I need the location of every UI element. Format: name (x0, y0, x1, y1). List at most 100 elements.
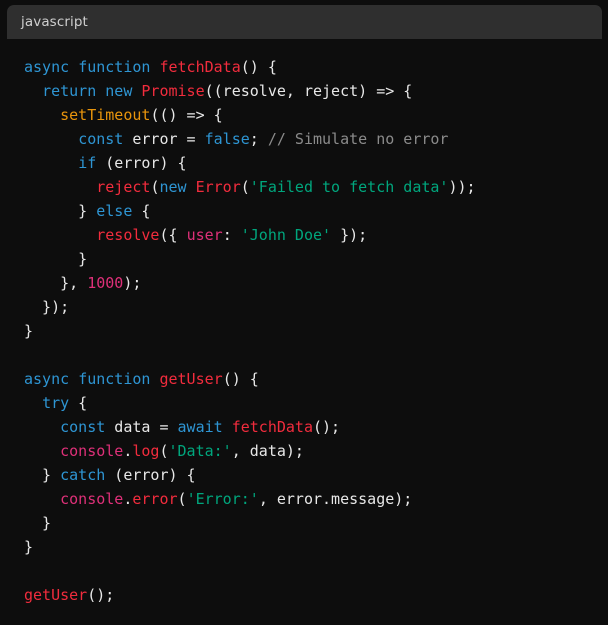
code-token: new (105, 82, 133, 100)
code-token: ( (159, 442, 169, 460)
code-token: Promise (141, 82, 205, 100)
code-language-header: javascript (7, 5, 602, 39)
code-token: reject (96, 178, 151, 196)
code-token: new (159, 178, 187, 196)
code-token: 'Error:' (186, 490, 259, 508)
code-token: }, (24, 274, 88, 292)
code-line: async function fetchData() { (24, 58, 277, 76)
code-token: 'Failed to fetch data' (249, 178, 449, 196)
code-token: ( (177, 490, 187, 508)
code-token: } (24, 538, 34, 556)
code-token: error = (123, 130, 205, 148)
code-line: }); (24, 298, 69, 316)
code-token: (error) { (105, 466, 196, 484)
code-line: } catch (error) { (24, 466, 196, 484)
code-token: 'John Doe' (240, 226, 332, 244)
code-token: } (24, 466, 61, 484)
code-token: ; (249, 130, 268, 148)
code-token: ({ (159, 226, 187, 244)
code-token: // Simulate no error (267, 130, 449, 148)
code-token: getUser (159, 370, 223, 388)
code-token: await (177, 418, 223, 436)
code-token: } (24, 250, 88, 268)
code-token: } (24, 202, 97, 220)
code-token: else (96, 202, 133, 220)
code-line: getUser(); (24, 586, 114, 604)
code-token: (() => { (150, 106, 223, 124)
code-token: } (24, 514, 52, 532)
code-token: ((resolve, reject) => { (204, 82, 413, 100)
code-token: fetchData (159, 58, 241, 76)
code-content[interactable]: async function fetchData() { return new … (7, 55, 602, 607)
code-token: error (132, 490, 178, 508)
code-line: reject(new Error('Failed to fetch data')… (24, 178, 476, 196)
code-token: (error) { (96, 154, 187, 172)
code-token: }); (331, 226, 368, 244)
code-token: (); (313, 418, 341, 436)
code-token: const (78, 130, 124, 148)
code-token: 1000 (87, 274, 124, 292)
code-token: false (204, 130, 250, 148)
code-surface[interactable]: async function fetchData() { return new … (7, 39, 602, 625)
code-line: } (24, 538, 33, 556)
code-line: setTimeout(() => { (24, 106, 223, 124)
code-token: ); (123, 274, 142, 292)
code-token: catch (60, 466, 106, 484)
code-token: fetchData (231, 418, 313, 436)
code-token: resolve (96, 226, 160, 244)
code-token: setTimeout (60, 106, 151, 124)
code-token: : (222, 226, 241, 244)
code-token: try (42, 394, 70, 412)
code-line: } (24, 250, 87, 268)
code-line: console.error('Error:', error.message); (24, 490, 412, 508)
code-language-label: javascript (21, 14, 88, 30)
code-token: function (78, 58, 151, 76)
code-line: const error = false; // Simulate no erro… (24, 130, 448, 148)
code-line: async function getUser() { (24, 370, 259, 388)
code-token: log (132, 442, 160, 460)
code-token: getUser (24, 586, 88, 604)
code-block: javascript async function fetchData() { … (7, 5, 602, 625)
code-token: { (69, 394, 88, 412)
code-token: )); (448, 178, 476, 196)
code-token: data = (105, 418, 178, 436)
code-line: }, 1000); (24, 274, 141, 292)
code-line: if (error) { (24, 154, 187, 172)
code-token: (); (87, 586, 115, 604)
code-line: resolve({ user: 'John Doe' }); (24, 226, 367, 244)
code-line: } else { (24, 202, 150, 220)
code-token: , data); (231, 442, 304, 460)
code-token: } (24, 322, 34, 340)
code-token: function (78, 370, 151, 388)
code-token: async (24, 58, 70, 76)
code-token: 'Data:' (168, 442, 232, 460)
code-token: if (78, 154, 97, 172)
code-token: async (24, 370, 70, 388)
code-line: const data = await fetchData(); (24, 418, 340, 436)
code-line: try { (24, 394, 87, 412)
code-token: console (60, 490, 124, 508)
code-token: () { (222, 370, 259, 388)
code-line: } (24, 514, 51, 532)
code-token: () { (240, 58, 277, 76)
code-token: }); (24, 298, 70, 316)
code-token: console (60, 442, 124, 460)
code-line: console.log('Data:', data); (24, 442, 304, 460)
code-line: } (24, 322, 33, 340)
code-token: , error.message); (258, 490, 413, 508)
code-token: ( (240, 178, 250, 196)
